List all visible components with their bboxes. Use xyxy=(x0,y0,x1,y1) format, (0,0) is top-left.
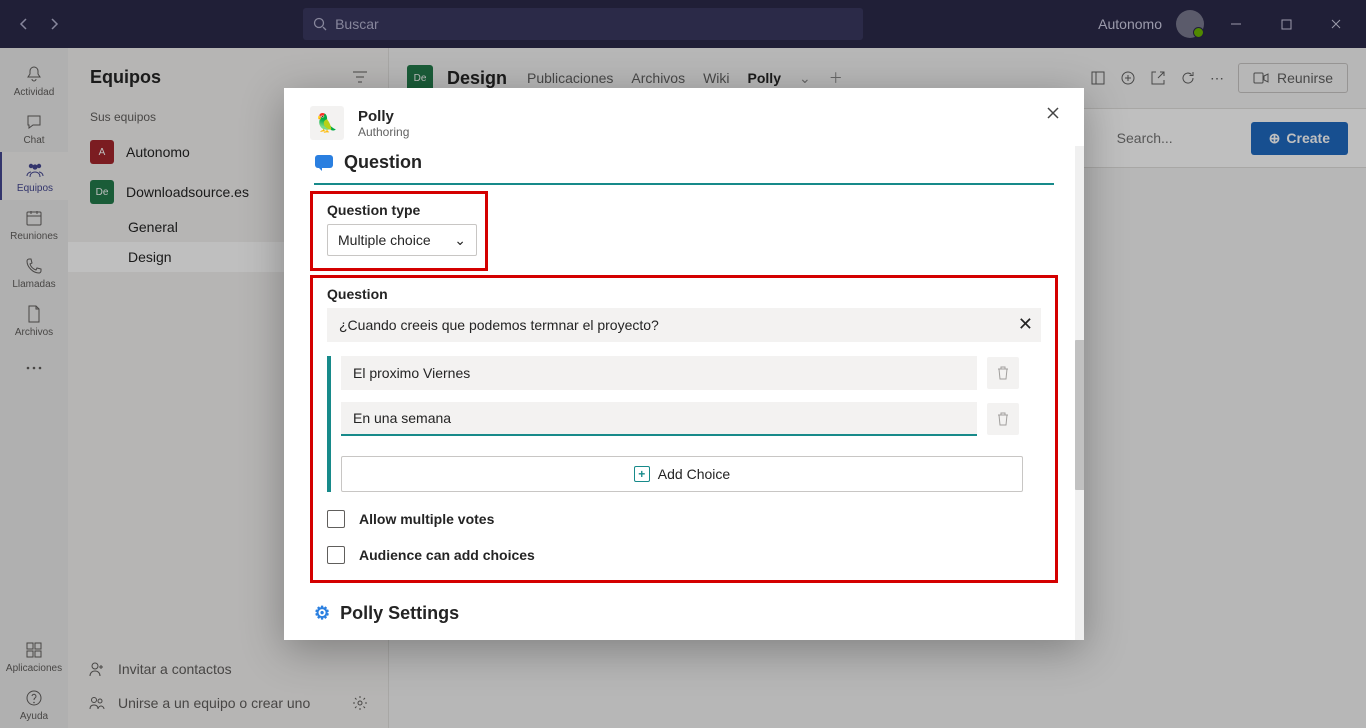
scrollbar-thumb[interactable] xyxy=(1075,340,1084,490)
question-input[interactable]: ¿Cuando creeis que podemos termnar el pr… xyxy=(327,308,1041,342)
question-label: Question xyxy=(327,286,1041,302)
modal-app-name: Polly xyxy=(358,108,409,125)
polly-app-icon: 🦜 xyxy=(310,106,344,140)
highlight-question-type: Question type Multiple choice ⌄ xyxy=(310,191,488,271)
question-section-icon xyxy=(314,154,334,172)
modal-app-subtitle: Authoring xyxy=(358,125,409,139)
delete-option-button[interactable] xyxy=(987,357,1019,389)
allow-multiple-votes-checkbox[interactable] xyxy=(327,510,345,528)
polly-authoring-modal: 🦜 Polly Authoring Question Question type… xyxy=(284,88,1084,640)
section-divider xyxy=(314,183,1054,185)
clear-icon[interactable]: ✕ xyxy=(1018,314,1033,335)
audience-add-choices-checkbox[interactable] xyxy=(327,546,345,564)
plus-icon: + xyxy=(634,466,650,482)
option-input-2[interactable]: En una semana xyxy=(341,402,977,436)
question-type-select[interactable]: Multiple choice ⌄ xyxy=(327,224,477,256)
add-choice-button[interactable]: + Add Choice xyxy=(341,456,1023,492)
polly-settings-title: Polly Settings xyxy=(340,603,459,624)
settings-icon: ⚙ xyxy=(314,603,330,624)
options-accent-bar xyxy=(327,356,331,492)
delete-option-button[interactable] xyxy=(987,403,1019,435)
allow-multiple-votes-label: Allow multiple votes xyxy=(359,511,494,527)
highlight-question-body: Question ¿Cuando creeis que podemos term… xyxy=(310,275,1058,583)
chevron-down-icon: ⌄ xyxy=(454,232,466,249)
question-section-title: Question xyxy=(344,152,422,173)
question-type-label: Question type xyxy=(327,202,471,218)
modal-close-button[interactable] xyxy=(1046,106,1060,120)
audience-add-choices-label: Audience can add choices xyxy=(359,547,535,563)
option-input-1[interactable]: El proximo Viernes xyxy=(341,356,977,390)
